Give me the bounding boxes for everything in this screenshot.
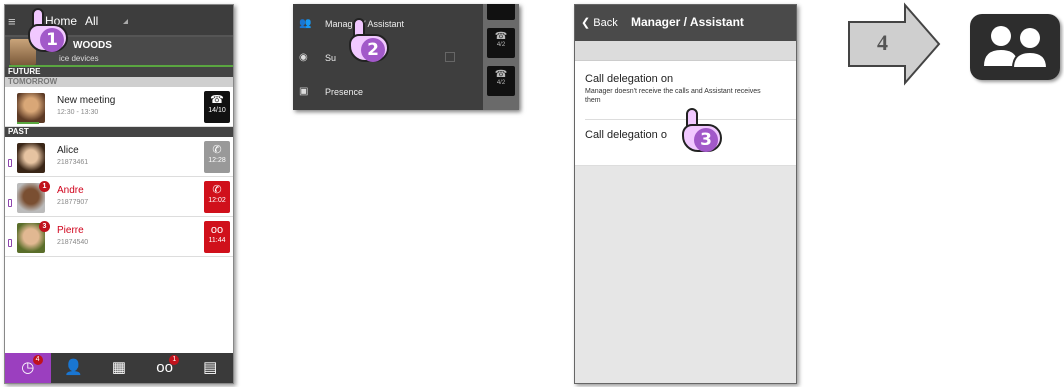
- step-number: 1: [40, 28, 64, 52]
- tile-column: ☎ ☎4/2 ☎4/2: [483, 4, 519, 110]
- meeting-title: New meeting: [57, 95, 116, 106]
- contact-name: Andre: [57, 185, 84, 196]
- phone-grid-icon: ☎: [210, 94, 224, 106]
- history-screen: ≡ Home All WOODS ice devices FUTURE TOMO…: [4, 4, 234, 384]
- calendar-icon: ▤: [203, 359, 218, 376]
- option-description: Manager doesn't receive the calls and As…: [585, 88, 761, 104]
- contact-number: 21874540: [57, 239, 89, 246]
- avatar: [17, 143, 45, 173]
- tile-date: 4/2: [496, 42, 506, 48]
- voicemail-icon: oo: [210, 224, 224, 236]
- user-name: WOODS: [73, 40, 112, 51]
- list-item-meeting[interactable]: New meeting 12:30 - 13:30 ☎ 14/10: [5, 87, 233, 127]
- step-number: 2: [361, 38, 385, 62]
- voicemail-badge: 1: [169, 355, 180, 365]
- missed-count-badge: 1: [39, 181, 50, 192]
- presence-icon: ▣: [299, 86, 309, 97]
- hand-pointer-icon: 2: [345, 18, 391, 64]
- contacts-icon: 👤: [64, 359, 83, 376]
- tab-all[interactable]: All: [85, 14, 98, 28]
- back-button[interactable]: ❮ Back: [581, 16, 618, 29]
- tile[interactable]: ☎ 4/2: [487, 66, 515, 96]
- step-arrow: 4: [847, 2, 943, 91]
- option-delegation-on[interactable]: Call delegation on: [585, 73, 673, 85]
- tab-calendar[interactable]: ▤: [187, 353, 233, 383]
- step-number: 3: [694, 128, 718, 152]
- user-devices: ice devices: [59, 54, 99, 63]
- presence-bar: [17, 122, 39, 124]
- tab-voicemail[interactable]: oo 1: [142, 353, 188, 383]
- phone-missed-icon: ✆: [212, 184, 222, 196]
- contact-number: 21877907: [57, 199, 89, 206]
- call-time: 12:28: [208, 157, 226, 164]
- section-past: PAST: [5, 127, 233, 137]
- tab-history[interactable]: ◷ 4: [5, 353, 51, 383]
- menu-item-label: Su: [325, 53, 337, 63]
- phone-grid-icon: ☎: [494, 69, 508, 80]
- call-tile[interactable]: ✆ 12:02: [204, 181, 230, 213]
- history-badge: 4: [32, 355, 43, 365]
- checkbox[interactable]: [445, 52, 455, 62]
- menu-item-presence[interactable]: ▣ Presence: [293, 76, 473, 108]
- tab-dialpad[interactable]: ▦: [96, 353, 142, 383]
- phone-incoming-icon: ✆: [212, 144, 222, 156]
- call-time: 11:44: [208, 237, 226, 244]
- list-item-alice[interactable]: Alice 21873461 ✆ 12:28: [5, 137, 233, 177]
- spacer: [575, 41, 796, 61]
- phone-grid-icon: ☎: [494, 31, 508, 42]
- mobile-icon: [8, 239, 12, 247]
- meeting-tile[interactable]: ☎ 14/10: [204, 91, 230, 123]
- step-number: 4: [877, 30, 888, 55]
- dialpad-icon: ▦: [111, 359, 127, 376]
- page-title: Manager / Assistant: [631, 15, 744, 29]
- call-tile[interactable]: ✆ 12:28: [204, 141, 230, 173]
- bottom-nav: ◷ 4 👤 ▦ oo 1 ▤: [5, 353, 233, 383]
- section-tomorrow: TOMORROW: [5, 77, 233, 87]
- mobile-icon: [8, 199, 12, 207]
- manager-assistant-icon: 👥: [299, 18, 312, 29]
- meeting-date: 14/10: [208, 107, 226, 114]
- option-delegation-off[interactable]: Call delegation o: [585, 129, 667, 141]
- tab-contacts[interactable]: 👤: [51, 353, 97, 383]
- list-item-andre[interactable]: 1 Andre 21877907 ✆ 12:02: [5, 177, 233, 217]
- header: ❮ Back Manager / Assistant: [575, 5, 796, 41]
- call-time: 12:02: [208, 197, 226, 204]
- eye-icon: ◉: [299, 52, 308, 63]
- missed-count-badge: 3: [39, 221, 50, 232]
- mobile-icon: [8, 159, 12, 167]
- hand-pointer-icon: 1: [24, 8, 70, 54]
- contact-name: Alice: [57, 145, 79, 156]
- manager-assistant-icon: [970, 14, 1060, 80]
- tile-date: 4/2: [496, 80, 506, 86]
- avatar: [17, 93, 45, 123]
- hand-pointer-icon: 3: [678, 108, 724, 154]
- contact-number: 21873461: [57, 159, 89, 166]
- list-item-pierre[interactable]: 3 Pierre 21874540 oo 11:44: [5, 217, 233, 257]
- call-tile[interactable]: oo 11:44: [204, 221, 230, 253]
- manager-assistant-screen: ❮ Back Manager / Assistant Call delegati…: [574, 4, 797, 384]
- meeting-time: 12:30 - 13:30: [57, 109, 99, 116]
- dropdown-caret-icon[interactable]: [123, 19, 128, 24]
- tile[interactable]: ☎: [487, 4, 515, 20]
- contact-name: Pierre: [57, 225, 84, 236]
- arrow-right-icon: [848, 2, 941, 86]
- presence-bar: [9, 65, 233, 67]
- menu-item-label: Presence: [325, 87, 364, 97]
- tile[interactable]: ☎ 4/2: [487, 28, 515, 58]
- side-menu: 👥 Manager / Assistant ◉ Su ▣ Presence ☎ …: [293, 4, 519, 110]
- menu-icon[interactable]: ≡: [8, 14, 16, 29]
- section-future: FUTURE: [5, 67, 233, 77]
- back-label: Back: [593, 17, 618, 29]
